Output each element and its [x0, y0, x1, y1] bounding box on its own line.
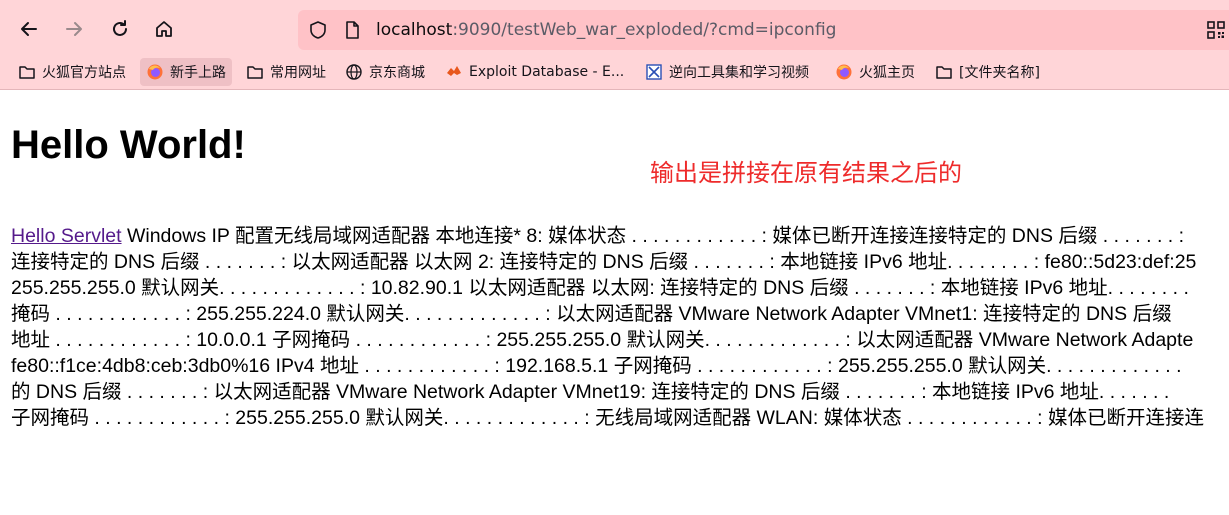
reload-button[interactable]: [103, 12, 137, 46]
bookmark-item[interactable]: Exploit Database - E...: [439, 58, 630, 86]
page-content: Hello World! 输出是拼接在原有结果之后的 Hello Servlet…: [0, 90, 1229, 515]
bookmark-label: 常用网址: [270, 65, 326, 81]
page-heading: Hello World!: [11, 123, 246, 167]
url-path: :9090/testWeb_war_exploded/?cmd=ipconfig: [452, 20, 837, 40]
navigation-toolbar: localhost:9090/testWeb_war_exploded/?cmd…: [0, 0, 1229, 58]
output-line: 255.255.255.0 默认网关. . . . . . . . . . . …: [11, 277, 1189, 299]
bookmark-label: 火狐官方站点: [42, 65, 126, 81]
bookmark-label: 火狐主页: [859, 65, 915, 81]
folder-icon: [18, 63, 36, 81]
globe-icon: [345, 63, 363, 81]
forward-arrow-icon: [66, 22, 82, 36]
bookmark-label: 逆向工具集和学习视频: [669, 65, 809, 81]
bookmark-item[interactable]: 京东商城: [339, 58, 431, 86]
annotation-text: 输出是拼接在原有结果之后的: [650, 159, 962, 187]
home-button[interactable]: [147, 12, 181, 46]
exploit-db-icon: [445, 63, 463, 81]
bookmark-label: 京东商城: [369, 65, 425, 81]
bookmark-label: 新手上路: [170, 65, 226, 81]
firefox-icon: [835, 63, 853, 81]
folder-icon: [246, 63, 264, 81]
firefox-icon: [146, 63, 164, 81]
output-line: 连接特定的 DNS 后缀 . . . . . . . : 以太网适配器 以太网 …: [11, 251, 1197, 273]
back-button[interactable]: [12, 12, 46, 46]
back-arrow-icon: [21, 22, 37, 36]
bookmarks-toolbar: 火狐官方站点 新手上路 常用网址 京东商城 Exploit Database -…: [0, 58, 1229, 88]
shield-icon[interactable]: [308, 20, 328, 40]
bookmark-item[interactable]: 逆向工具集和学习视频: [639, 58, 815, 86]
url-text[interactable]: localhost:9090/testWeb_war_exploded/?cmd…: [376, 19, 836, 41]
output-line: 子网掩码 . . . . . . . . . . . . : 255.255.2…: [11, 407, 1204, 429]
bookmark-item[interactable]: 新手上路: [140, 58, 232, 86]
output-line: fe80::f1ce:4db8:ceb:3db0%16 IPv4 地址 . . …: [11, 355, 1182, 377]
output-line: 的 DNS 后缀 . . . . . . . : 以太网适配器 VMware N…: [11, 381, 1170, 403]
page-icon[interactable]: [342, 20, 362, 40]
folder-icon: [935, 63, 953, 81]
bookmark-item[interactable]: 火狐主页: [829, 58, 921, 86]
forward-button[interactable]: [57, 12, 91, 46]
url-host: localhost: [376, 20, 453, 40]
address-bar[interactable]: localhost:9090/testWeb_war_exploded/?cmd…: [298, 10, 1229, 50]
hello-servlet-link[interactable]: Hello Servlet: [11, 225, 122, 247]
qr-code-icon[interactable]: [1206, 20, 1226, 40]
output-line: 地址 . . . . . . . . . . . . : 10.0.0.1 子网…: [11, 329, 1194, 351]
home-icon: [156, 21, 172, 37]
browser-chrome: localhost:9090/testWeb_war_exploded/?cmd…: [0, 0, 1229, 90]
bookmark-label: [文件夹名称]: [959, 65, 1040, 81]
command-output: Hello Servlet Windows IP 配置无线局域网适配器 本地连接…: [11, 223, 1229, 431]
output-text: Windows IP 配置无线局域网适配器 本地连接* 8: 媒体状态 . . …: [121, 225, 1185, 247]
bookmark-label: Exploit Database - E...: [469, 64, 625, 80]
bookmark-item[interactable]: [文件夹名称]: [929, 58, 1046, 86]
bookmark-item[interactable]: 常用网址: [240, 58, 332, 86]
bookmark-item[interactable]: 火狐官方站点: [12, 58, 132, 86]
tool-icon: [645, 63, 663, 81]
output-line: Hello Servlet Windows IP 配置无线局域网适配器 本地连接…: [11, 223, 1229, 249]
reload-icon: [113, 20, 127, 36]
output-line: 掩码 . . . . . . . . . . . . : 255.255.224…: [11, 303, 1172, 325]
